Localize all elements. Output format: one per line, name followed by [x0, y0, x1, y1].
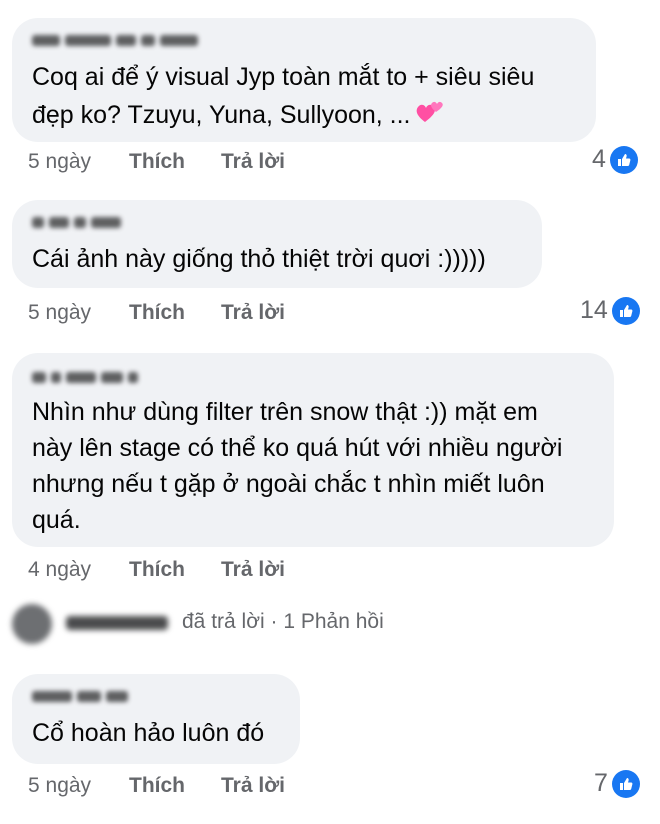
- reply-button[interactable]: Trả lời: [221, 774, 285, 798]
- comment-actions: 5 ngày Thích Trả lời: [28, 150, 348, 176]
- comment-text-line: nhưng nếu t gặp ở ngoài chắc t nhìn miết…: [32, 470, 545, 498]
- comment-text-segment: đẹp ko? Tzuyu, Yuna, Sullyoon, ...: [32, 101, 411, 129]
- like-icon: [611, 769, 640, 798]
- reply-button[interactable]: Trả lời: [221, 150, 285, 174]
- comment-bubble-4: Cổ hoàn hảo luôn đó: [12, 674, 300, 764]
- comment-text-line: Cổ hoàn hảo luôn đó: [32, 719, 265, 747]
- comment-actions: 5 ngày Thích Trả lời: [28, 774, 348, 800]
- reaction-count: 7: [594, 769, 608, 797]
- like-button[interactable]: Thích: [129, 558, 185, 582]
- comment-text-line: quá.: [32, 506, 81, 534]
- reply-button[interactable]: Trả lời: [221, 558, 285, 582]
- comment-bubble-2: Cái ảnh này giống thỏ thiệt trời quơi :)…: [12, 200, 542, 288]
- comment-text-line: này lên stage có thể ko quá hút với nhiề…: [32, 434, 563, 462]
- comment-text-line: đẹp ko? Tzuyu, Yuna, Sullyoon, ...: [32, 98, 445, 135]
- comment-actions: 5 ngày Thích Trả lời: [28, 301, 348, 327]
- reaction-summary[interactable]: 7: [594, 769, 640, 798]
- avatar[interactable]: [12, 604, 52, 644]
- reply-count-link[interactable]: 1 Phản hồi: [283, 610, 383, 633]
- comment-bubble-3: Nhìn như dùng filter trên snow thật :)) …: [12, 353, 614, 547]
- replies-summary-text[interactable]: đã trả lời · 1 Phản hồi: [182, 610, 384, 634]
- comment-text-line: Cái ảnh này giống thỏ thiệt trời quơi :)…: [32, 245, 486, 273]
- replied-label: đã trả lời: [182, 610, 265, 633]
- timestamp[interactable]: 4 ngày: [28, 558, 91, 582]
- author-name-blurred[interactable]: [32, 369, 143, 385]
- separator-dot: ·: [270, 610, 278, 633]
- like-icon: [611, 296, 640, 325]
- replier-name-blurred[interactable]: [66, 616, 168, 630]
- comment-text-line: Coq ai để ý visual Jyp toàn mắt to + siê…: [32, 63, 535, 91]
- timestamp[interactable]: 5 ngày: [28, 150, 91, 174]
- like-button[interactable]: Thích: [129, 774, 185, 798]
- comment-text-line: Nhìn như dùng filter trên snow thật :)) …: [32, 398, 538, 426]
- like-icon: [609, 145, 638, 174]
- reply-button[interactable]: Trả lời: [221, 301, 285, 325]
- two-hearts-emoji: [415, 98, 445, 135]
- author-name-blurred[interactable]: [32, 688, 133, 704]
- author-name-blurred[interactable]: [32, 214, 126, 230]
- reaction-summary[interactable]: 4: [592, 145, 638, 174]
- timestamp[interactable]: 5 ngày: [28, 774, 91, 798]
- reaction-summary[interactable]: 14: [580, 296, 640, 325]
- reaction-count: 4: [592, 145, 606, 173]
- like-button[interactable]: Thích: [129, 150, 185, 174]
- author-name-blurred[interactable]: [32, 32, 203, 48]
- comment-actions: 4 ngày Thích Trả lời: [28, 558, 348, 584]
- comment-bubble-1: Coq ai để ý visual Jyp toàn mắt to + siê…: [12, 18, 596, 142]
- reaction-count: 14: [580, 296, 608, 324]
- like-button[interactable]: Thích: [129, 301, 185, 325]
- timestamp[interactable]: 5 ngày: [28, 301, 91, 325]
